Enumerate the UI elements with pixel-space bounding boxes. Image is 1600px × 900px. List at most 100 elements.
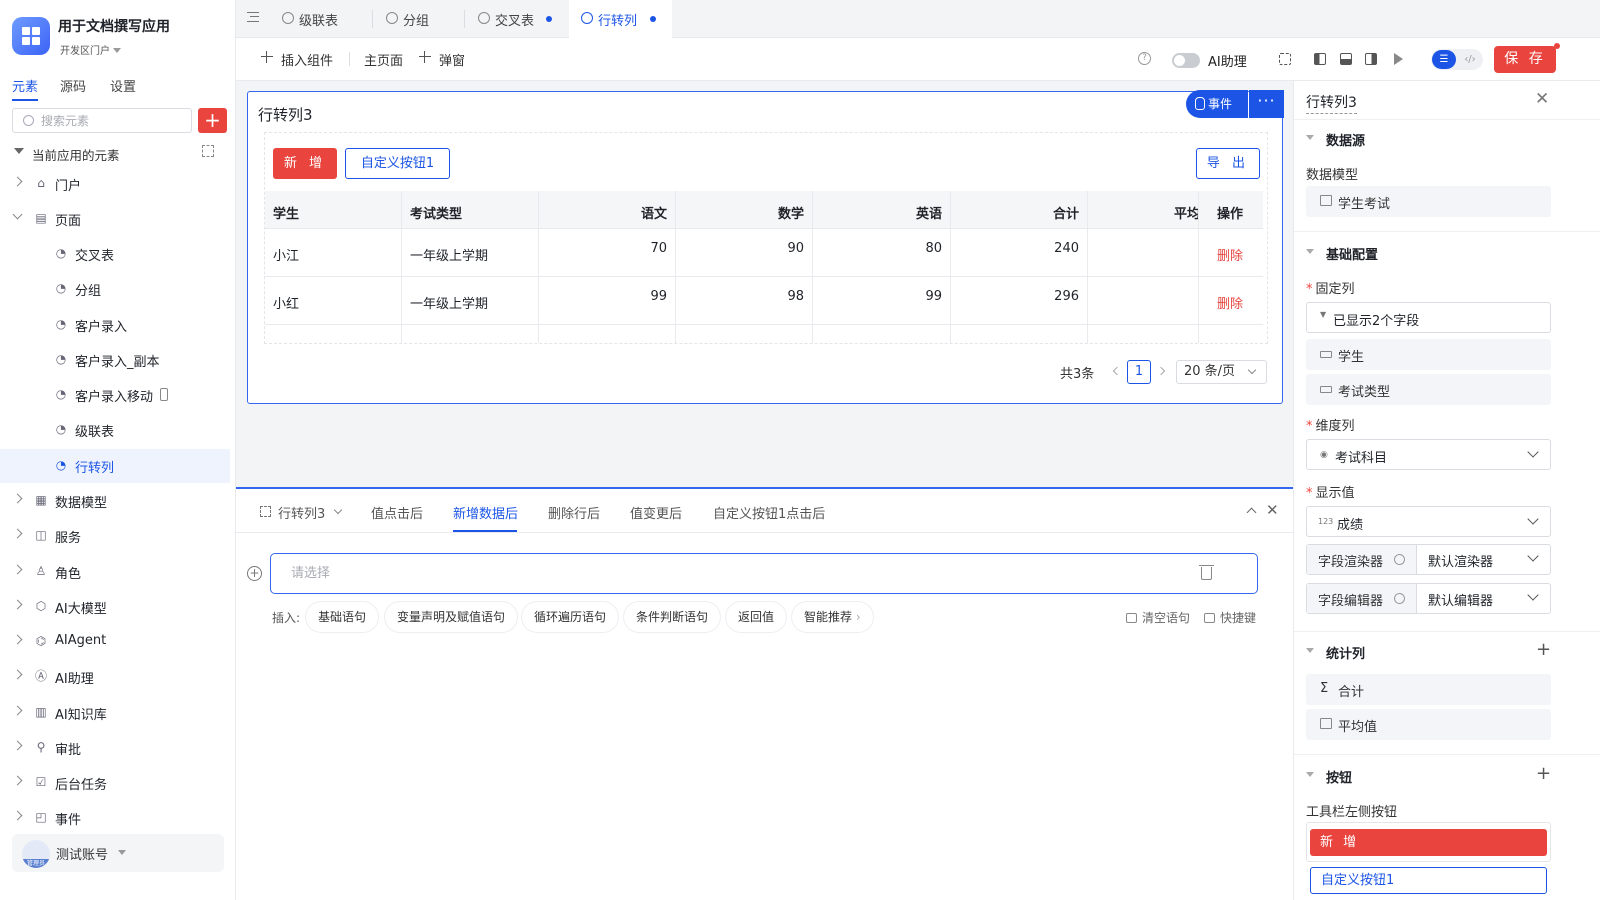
sidebar-item[interactable]: ⌂ 门户 [0,167,230,201]
chevron-down-icon[interactable] [333,505,343,515]
layout-icon[interactable] [1279,53,1291,65]
tab-after-add[interactable]: 新增数据后 [453,503,518,522]
tab-after-delete[interactable]: 删除行后 [548,503,600,522]
clear-statements-button[interactable]: 清空语句 [1126,609,1190,626]
tab-custom-button-click[interactable]: 自定义按钮1点击后 [713,503,825,522]
chevron-up-icon[interactable] [1246,507,1257,518]
info-icon[interactable] [1394,593,1405,604]
popup-button[interactable]: 弹窗 [439,50,465,69]
chevron-right-icon[interactable] [12,634,23,645]
chevron-right-icon[interactable] [12,810,23,821]
sidebar-item[interactable]: ⌬ AIAgent [0,625,230,659]
component-selector[interactable]: 行转列3 [278,503,325,522]
more-icon[interactable]: ··· [1249,90,1284,118]
fixed-field-item[interactable]: 学生 [1306,339,1551,370]
toolbar-button-custom[interactable]: 自定义按钮1 [1310,867,1547,894]
bottom-panel-icon[interactable] [1340,53,1352,65]
tab-after-change[interactable]: 值变更后 [630,503,682,522]
trash-icon[interactable] [1199,565,1214,580]
ai-assistant-toggle[interactable] [1172,53,1200,68]
chip-return-value[interactable]: 返回值 [726,602,787,632]
code-mode-icon[interactable]: ‹/› [1459,50,1481,69]
tab-group[interactable]: 分组 [386,0,466,38]
sidebar-item[interactable]: ♙ 角色 [0,555,230,589]
chip-condition-statement[interactable]: 条件判断语句 [624,602,721,632]
chevron-right-icon[interactable] [12,564,23,575]
chevron-right-icon[interactable] [12,528,23,539]
stat-item[interactable]: Σ 合计 [1306,674,1551,705]
shortcut-button[interactable]: 快捷键 [1204,609,1256,626]
sidebar-item[interactable]: ▥ AI知识库 [0,696,230,730]
portal-switcher[interactable]: 开发区门户 [60,42,122,57]
dimension-column-select[interactable]: ◉ 考试科目 [1306,439,1551,470]
sidebar-item[interactable]: ◔ 交叉表 [0,237,230,271]
page-size-select[interactable]: 20 条/页 [1176,360,1267,384]
sidebar-item[interactable]: ◔ 客户录入_副本 [0,343,230,377]
sidebar-item[interactable]: ◔ 分组 [0,272,230,306]
sidebar-item[interactable]: ⬡ AI大模型 [0,590,230,624]
data-model-field[interactable]: 学生考试 [1306,186,1551,217]
chevron-right-icon[interactable] [12,493,23,504]
chip-basic-statement[interactable]: 基础语句 [306,602,379,632]
toolbar-button-new[interactable]: 新 增 [1310,829,1547,856]
sidebar-item[interactable]: ⚲ 审批 [0,731,230,765]
save-button[interactable]: 保 存 [1494,46,1556,73]
statement-input[interactable] [291,563,1151,583]
sidebar-item[interactable]: ◰ 事件 [0,801,230,835]
row-to-column-component[interactable]: 行转列3 事件 ··· 新 增 自定义按钮1 导 出 学生 考试类型 语文 数学 英语 合… [247,90,1284,404]
field-editor-select[interactable]: 字段编辑器 默认编辑器 [1306,583,1551,614]
field-renderer-select[interactable]: 字段渲染器 默认渲染器 [1306,544,1551,575]
sidebar-item[interactable]: ▤ 页面 [0,202,230,236]
chip-variable-statement[interactable]: 变量声明及赋值语句 [385,602,518,632]
chip-loop-statement[interactable]: 循环遍历语句 [522,602,619,632]
tab-source[interactable]: 源码 [60,76,86,95]
preview-button[interactable] [1390,50,1408,68]
add-element-button[interactable]: + [198,108,227,133]
info-icon[interactable] [1394,554,1405,565]
chevron-right-icon[interactable] [1156,366,1166,376]
fixed-columns-select[interactable]: ▼ 已显示2个字段 [1306,302,1551,333]
chevron-right-icon[interactable] [12,740,23,751]
help-icon[interactable]: ? [1138,52,1151,65]
chevron-right-icon[interactable] [12,705,23,716]
stat-item[interactable]: 平均值 [1306,709,1551,740]
chip-smart-recommend[interactable]: 智能推荐 › [792,602,873,632]
user-menu[interactable]: 管理员 测试账号 [12,834,224,872]
chevron-down-icon[interactable] [12,209,23,220]
chevron-right-icon[interactable] [12,599,23,610]
close-icon[interactable]: ✕ [1266,501,1279,519]
sidebar-item[interactable]: ☑ 后台任务 [0,766,230,800]
design-mode-icon[interactable]: ☰ [1432,50,1456,69]
add-statement-icon[interactable]: + [247,566,262,581]
delete-link[interactable]: 删除 [1199,277,1263,324]
search-input[interactable] [41,112,181,129]
tab-cascade-table[interactable]: 级联表 [282,0,372,38]
display-value-select[interactable]: 123 成绩 [1306,506,1551,537]
sidebar-item[interactable]: ◔ 客户录入 [0,308,230,342]
close-icon[interactable]: ✕ [1535,89,1549,109]
tree-header[interactable]: 当前应用的元素 [12,143,230,163]
sidebar-item[interactable]: ▦ 数据模型 [0,484,230,518]
insert-component-button[interactable]: 插入组件 [281,50,333,69]
sidebar-item[interactable]: Ⓐ AI助理 [0,660,230,694]
locate-icon[interactable] [202,145,214,157]
sidebar-item[interactable]: ◔ 客户录入移动 [0,378,230,412]
tab-row-to-column[interactable]: 行转列 [569,0,672,38]
component-name[interactable]: 行转列3 [1306,92,1357,114]
chevron-right-icon[interactable] [12,669,23,680]
custom-button-1[interactable]: 自定义按钮1 [345,148,450,179]
event-button[interactable]: 事件 [1186,90,1248,118]
add-button-icon[interactable]: + [1536,763,1551,784]
collapse-sidebar-icon[interactable] [247,12,259,22]
new-button[interactable]: 新 增 [273,148,337,179]
page-number[interactable]: 1 [1127,360,1151,384]
add-stat-icon[interactable]: + [1536,639,1551,660]
left-panel-icon[interactable] [1314,53,1326,65]
right-panel-icon[interactable] [1365,53,1377,65]
fixed-field-item[interactable]: 考试类型 [1306,374,1551,405]
chevron-right-icon[interactable] [12,775,23,786]
main-page-button[interactable]: 主页面 [364,50,403,69]
statement-select[interactable] [270,553,1258,594]
chevron-right-icon[interactable] [12,176,23,187]
delete-link[interactable]: 删除 [1199,229,1263,276]
